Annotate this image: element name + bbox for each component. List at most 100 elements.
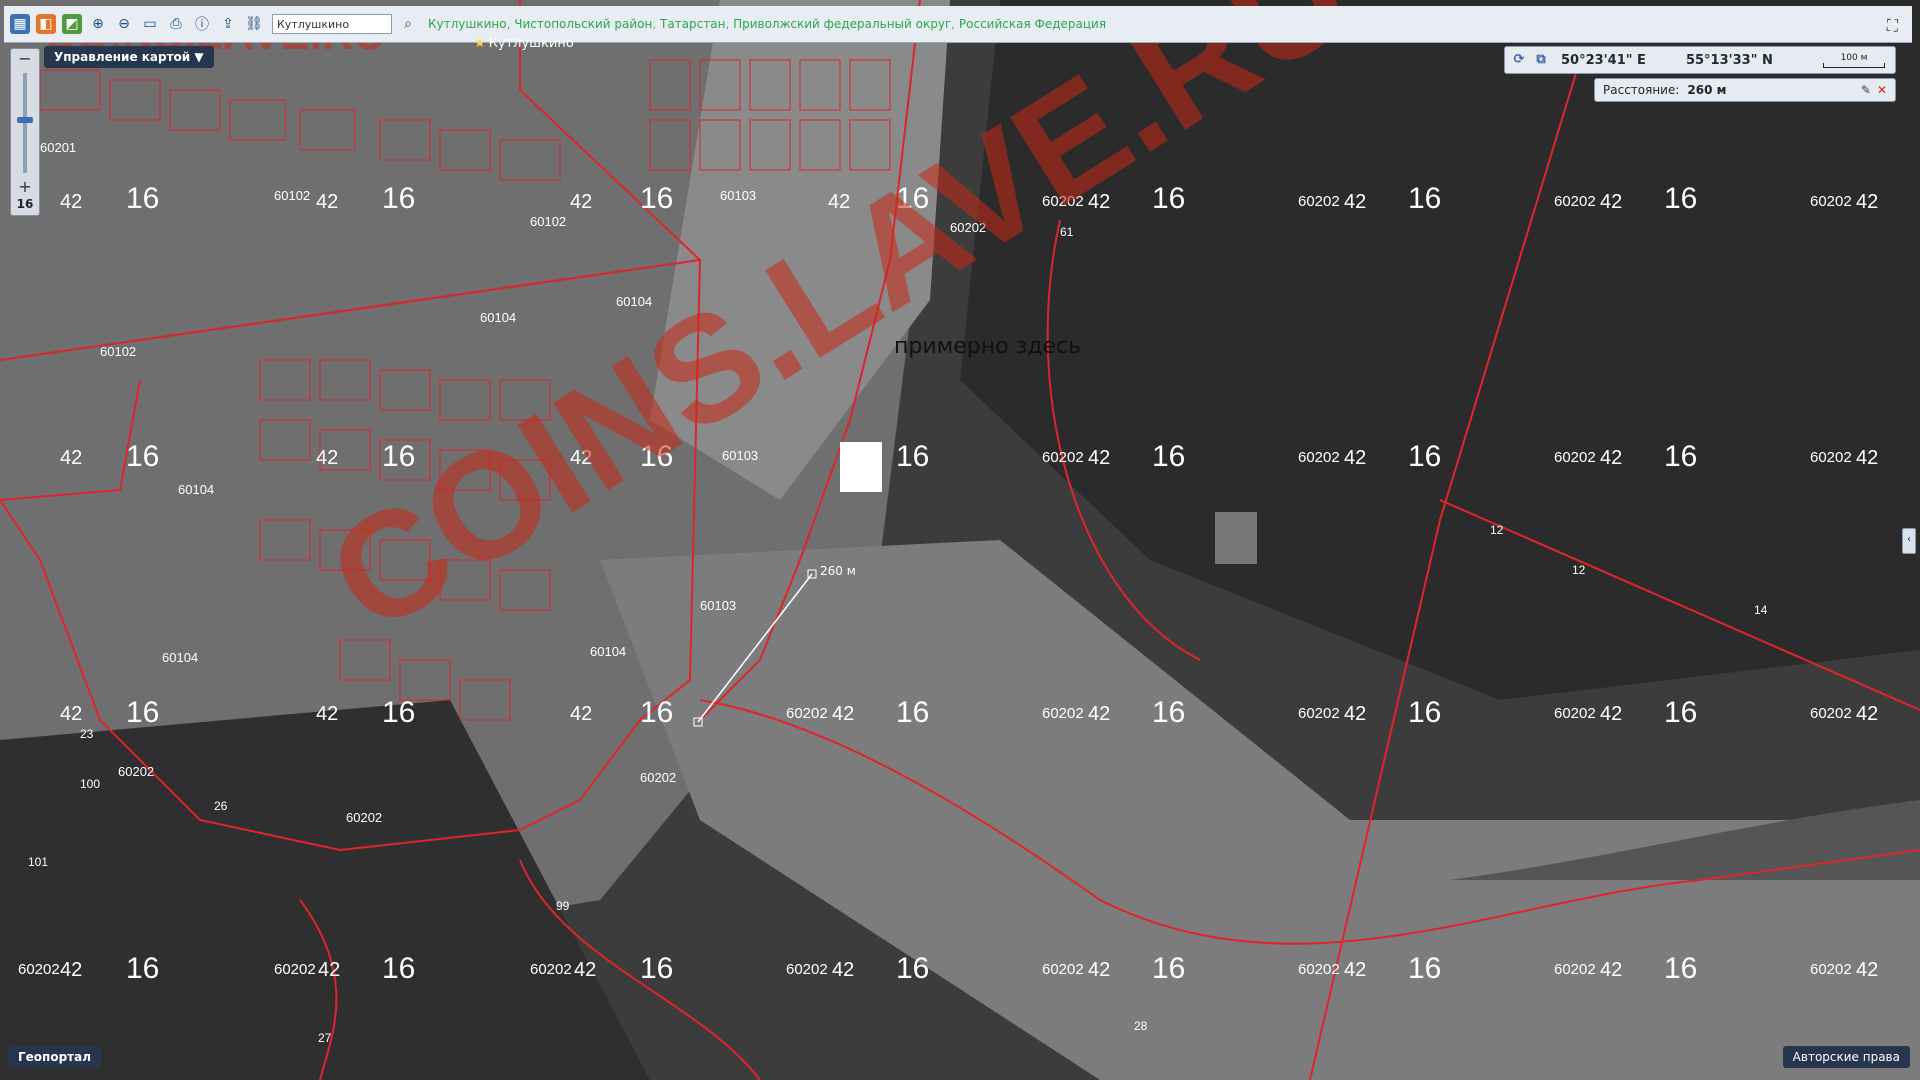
map-label: 16 (1408, 440, 1441, 473)
info-icon[interactable]: ⓘ (192, 14, 212, 34)
top-toolbar: ▦ ◧ ◩ ⊕ ⊖ ▭ ⎙ ⓘ ⇪ ⛓ ⌕ Кутлушкино, Чистоп… (4, 6, 1912, 43)
map-label: 42 (1088, 959, 1110, 981)
zoom-out-icon[interactable]: ⊖ (114, 14, 134, 34)
map-label: 42 (1856, 959, 1878, 981)
satellite-icon[interactable]: ◩ (62, 14, 82, 34)
map-label: 16 (896, 696, 929, 729)
map-label: 42 (1344, 191, 1366, 213)
map-label: 42 (1856, 703, 1878, 725)
longitude: 50°23'41" E (1561, 52, 1646, 68)
scale-bar: 100 м (1823, 53, 1885, 68)
map-label: 60202 (1042, 961, 1084, 978)
zoom-slider[interactable] (17, 73, 33, 173)
map-label: 60202 (1298, 193, 1340, 210)
map-label: 16 (126, 952, 159, 985)
search-input[interactable] (272, 14, 392, 34)
breadcrumb: Кутлушкино, Чистопольский район, Татарст… (428, 17, 1107, 31)
map-label: 60103 (720, 188, 756, 203)
map-label: 60104 (480, 310, 516, 325)
print-icon[interactable]: ⎙ (166, 14, 186, 34)
refresh-icon[interactable]: ⟳ (1511, 52, 1527, 68)
map-label: 42 (316, 447, 338, 469)
fullscreen-icon[interactable]: ⛶ (1887, 16, 1898, 36)
map-label: 26 (214, 799, 228, 813)
distance-label: Расстояние: (1603, 83, 1680, 97)
map-label: 42 (60, 959, 82, 981)
map-label: 60102 (100, 344, 136, 359)
zoom-slider-thumb[interactable] (17, 117, 33, 123)
map-control-menu[interactable]: Управление картой ▼ (44, 46, 214, 68)
layers-icon[interactable]: ▦ (10, 14, 30, 34)
map-label: 16 (1152, 440, 1185, 473)
annotation-text: примерно здесь (894, 334, 1082, 359)
map-label: 12 (1572, 563, 1586, 577)
link-icon[interactable]: ⛓ (244, 14, 264, 34)
map-label: 42 (1088, 703, 1110, 725)
map-label: 42 (60, 703, 82, 725)
map-label: 16 (1408, 182, 1441, 215)
map-label: 60202 (640, 770, 676, 785)
map-label: 42 (832, 959, 854, 981)
zoom-out-button[interactable]: − (15, 51, 35, 69)
share-icon[interactable]: ⇪ (218, 14, 238, 34)
map-label: 42 (60, 191, 82, 213)
map-label: 42 (1856, 191, 1878, 213)
breadcrumb-item[interactable]: Российская Федерация (959, 17, 1106, 31)
map-label: 42 (316, 703, 338, 725)
map-label: 99 (556, 899, 570, 913)
map-label: 60103 (700, 598, 736, 613)
distance-value: 260 м (1687, 83, 1727, 97)
map-label: 42 (832, 703, 854, 725)
map-label: 60202 (1810, 705, 1852, 722)
map-label: 16 (382, 182, 415, 215)
map-label: 16 (126, 182, 159, 215)
map-label: 42 (574, 959, 596, 981)
breadcrumb-item[interactable]: Татарстан (660, 17, 725, 31)
distance-panel: Расстояние: 260 м ✎ ✕ (1594, 78, 1896, 102)
map-label: 12 (1490, 523, 1504, 537)
map-label: 60202 (274, 961, 316, 978)
edit-icon[interactable]: ✎ (1861, 83, 1871, 97)
copyright-button[interactable]: Авторские права (1782, 1046, 1910, 1068)
map-label: 60202 (1298, 705, 1340, 722)
map-label: 60202 (1554, 961, 1596, 978)
close-icon[interactable]: ✕ (1877, 83, 1887, 97)
map-label: 60104 (162, 650, 198, 665)
map-label: 60202 (1554, 449, 1596, 466)
map-label: 42 (1600, 959, 1622, 981)
map-label: 60202 (1042, 449, 1084, 466)
map-label: 42 (318, 959, 340, 981)
search-icon[interactable]: ⌕ (398, 14, 418, 34)
map-label: 16 (640, 182, 673, 215)
place-label[interactable]: ★ Кутлушкино (474, 36, 574, 51)
map-type-icon[interactable]: ◧ (36, 14, 56, 34)
map-label: 16 (126, 440, 159, 473)
map-label: 16 (1664, 440, 1697, 473)
map-label: 42 (60, 447, 82, 469)
map-label: 60202 (1810, 193, 1852, 210)
breadcrumb-item[interactable]: Приволжский федеральный округ (733, 17, 951, 31)
copy-icon[interactable]: ⧉ (1533, 52, 1549, 68)
map-label: 16 (1408, 952, 1441, 985)
map-label: 16 (640, 952, 673, 985)
scale-line (1823, 62, 1885, 68)
map-label: 60202 (1554, 705, 1596, 722)
breadcrumb-item[interactable]: Кутлушкино (428, 17, 507, 31)
map-label: 16 (1664, 182, 1697, 215)
side-panel-toggle[interactable]: ‹ (1902, 528, 1916, 554)
map-label: 16 (382, 952, 415, 985)
zoom-in-button[interactable]: + (15, 179, 35, 197)
breadcrumb-item[interactable]: Чистопольский район (514, 17, 652, 31)
map-label: 60202 (1554, 193, 1596, 210)
map-label: 16 (1152, 696, 1185, 729)
map-label: 16 (1152, 952, 1185, 985)
geoportal-button[interactable]: Геопортал (8, 1046, 101, 1068)
zoom-in-icon[interactable]: ⊕ (88, 14, 108, 34)
ruler-icon[interactable]: ▭ (140, 14, 160, 34)
map-label: 60102 (274, 188, 310, 203)
map-label: 60104 (178, 482, 214, 497)
map-label: 60202 (1042, 705, 1084, 722)
scale-label: 100 м (1840, 52, 1868, 63)
map-label: 60202 (530, 961, 572, 978)
map-label: 60202 (1810, 449, 1852, 466)
